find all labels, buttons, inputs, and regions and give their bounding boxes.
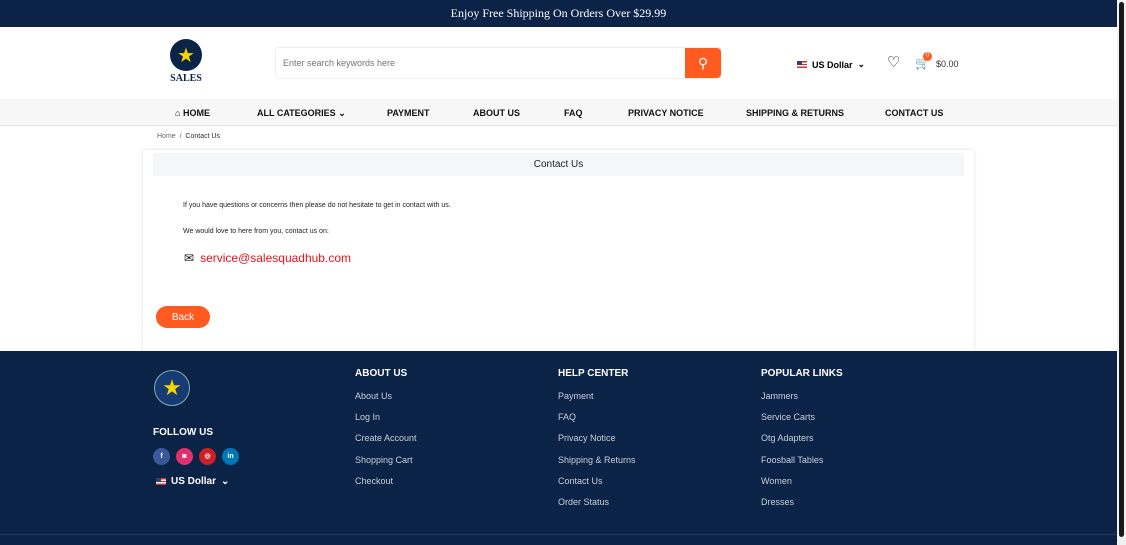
instagram-icon[interactable]: ◙: [176, 448, 193, 465]
breadcrumb-separator: /: [179, 133, 182, 140]
pinterest-icon[interactable]: ◎: [199, 448, 216, 465]
cart-count-badge: 0: [923, 52, 932, 61]
footer-link[interactable]: Otg Adapters: [761, 433, 843, 454]
contact-card: Contact Us If you have questions or conc…: [143, 150, 974, 351]
footer-link[interactable]: Dresses: [761, 497, 843, 518]
back-button[interactable]: Back: [156, 306, 210, 328]
nav-contact-us[interactable]: CONTACT US: [885, 108, 943, 118]
search-button[interactable]: ⚲: [685, 48, 721, 78]
footer-link[interactable]: Foosball Tables: [761, 455, 843, 476]
us-flag-icon: [156, 478, 166, 485]
footer-column-heading: POPULAR LINKS: [761, 368, 843, 379]
intro-text: If you have questions or concerns then p…: [183, 202, 451, 209]
footer-link[interactable]: Service Carts: [761, 412, 843, 433]
nav-all-categories[interactable]: ALL CATEGORIES ⌄: [257, 108, 346, 119]
linkedin-icon[interactable]: in: [222, 448, 239, 465]
envelope-icon: ✉: [184, 251, 195, 265]
footer-column: POPULAR LINKS Jammers Service Carts Otg Ada…: [761, 368, 843, 518]
breadcrumb-current: Contact Us: [185, 133, 221, 140]
nav-payment[interactable]: PAYMENT: [387, 108, 430, 118]
nav-home[interactable]: ⌂ HOME: [175, 108, 210, 118]
search-icon: ⚲: [697, 54, 709, 71]
cart-total[interactable]: $0.00: [936, 59, 959, 69]
footer-column-heading: HELP CENTER: [558, 368, 629, 379]
main-nav: ⌂ HOME ALL CATEGORIES ⌄ PAYMENT ABOUT US…: [0, 99, 1117, 126]
logo[interactable]: ★ SALES: [167, 39, 205, 84]
footer-column: HELP CENTER Payment FAQ Privacy Notice Shipp…: [558, 368, 636, 518]
star-icon: ★: [170, 39, 202, 71]
footer-link[interactable]: Privacy Notice: [558, 433, 636, 454]
footer-link[interactable]: FAQ: [558, 412, 636, 433]
footer: ★ FOLLOW US f ◙ ◎ in US Dollar ⌄ ABOUT US Abo…: [0, 351, 1117, 545]
footer-link[interactable]: Shopping Cart: [355, 455, 417, 476]
footer-link[interactable]: Create Account: [355, 433, 417, 454]
nav-faq[interactable]: FAQ: [564, 108, 583, 118]
footer-link[interactable]: Checkout: [355, 476, 417, 497]
logo-text: SALES: [170, 73, 202, 84]
footer-link[interactable]: About Us: [355, 391, 417, 412]
footer-link[interactable]: Order Status: [558, 497, 636, 518]
footer-link[interactable]: Payment: [558, 391, 636, 412]
facebook-icon[interactable]: f: [153, 448, 170, 465]
footer-link[interactable]: Log In: [355, 412, 417, 433]
footer-link[interactable]: Women: [761, 476, 843, 497]
footer-column-heading: ABOUT US: [355, 368, 408, 379]
nav-privacy-notice[interactable]: PRIVACY NOTICE: [628, 108, 704, 118]
footer-link[interactable]: Shipping & Returns: [558, 455, 636, 476]
us-flag-icon: [797, 61, 807, 68]
chevron-down-icon: ⌄: [338, 108, 346, 118]
nav-label: HOME: [182, 108, 210, 118]
footer-link[interactable]: Contact Us: [558, 476, 636, 497]
chevron-down-icon: ⌄: [221, 476, 230, 487]
promo-bar: Enjoy Free Shipping On Orders Over $29.9…: [0, 0, 1117, 27]
promo-text: Enjoy Free Shipping On Orders Over $29.9…: [450, 6, 667, 20]
footer-column: ABOUT US About Us Log In Create Account Shop…: [355, 368, 417, 497]
search-bar: ⚲: [275, 47, 722, 79]
footer-link[interactable]: Jammers: [761, 391, 843, 412]
footer-divider: [0, 534, 1117, 535]
currency-label: US Dollar: [812, 59, 853, 70]
contact-text: We would love to here from you, contact …: [183, 228, 329, 235]
scrollbar[interactable]: [1117, 0, 1126, 545]
nav-about-us[interactable]: ABOUT US: [473, 108, 520, 118]
email-link[interactable]: service@salesquadhub.com: [200, 251, 351, 265]
breadcrumb-home[interactable]: Home: [157, 133, 176, 140]
page-title: Contact Us: [153, 153, 964, 176]
follow-us-heading: FOLLOW US: [153, 427, 213, 438]
chevron-down-icon: ⌄: [857, 59, 866, 69]
currency-selector[interactable]: US Dollar ⌄: [797, 59, 865, 70]
home-icon: ⌂: [175, 108, 181, 118]
email-row: ✉ service@salesquadhub.com: [184, 251, 351, 265]
nav-shipping-returns[interactable]: SHIPPING & RETURNS: [746, 108, 844, 118]
scrollbar-thumb[interactable]: [1119, 2, 1124, 537]
footer-currency-selector[interactable]: US Dollar ⌄: [156, 476, 229, 487]
currency-label: US Dollar: [171, 476, 217, 487]
wishlist-heart-icon[interactable]: ♡: [887, 53, 900, 71]
header: ★SALES ⚲ US Dollar⌄ ♡ 🛒 0 $0.00: [0, 27, 1117, 99]
breadcrumb: Home / Contact Us: [157, 133, 220, 140]
nav-label: ALL CATEGORIES: [257, 108, 336, 118]
search-input[interactable]: [276, 48, 685, 78]
footer-logo-star-icon[interactable]: ★: [154, 370, 190, 406]
